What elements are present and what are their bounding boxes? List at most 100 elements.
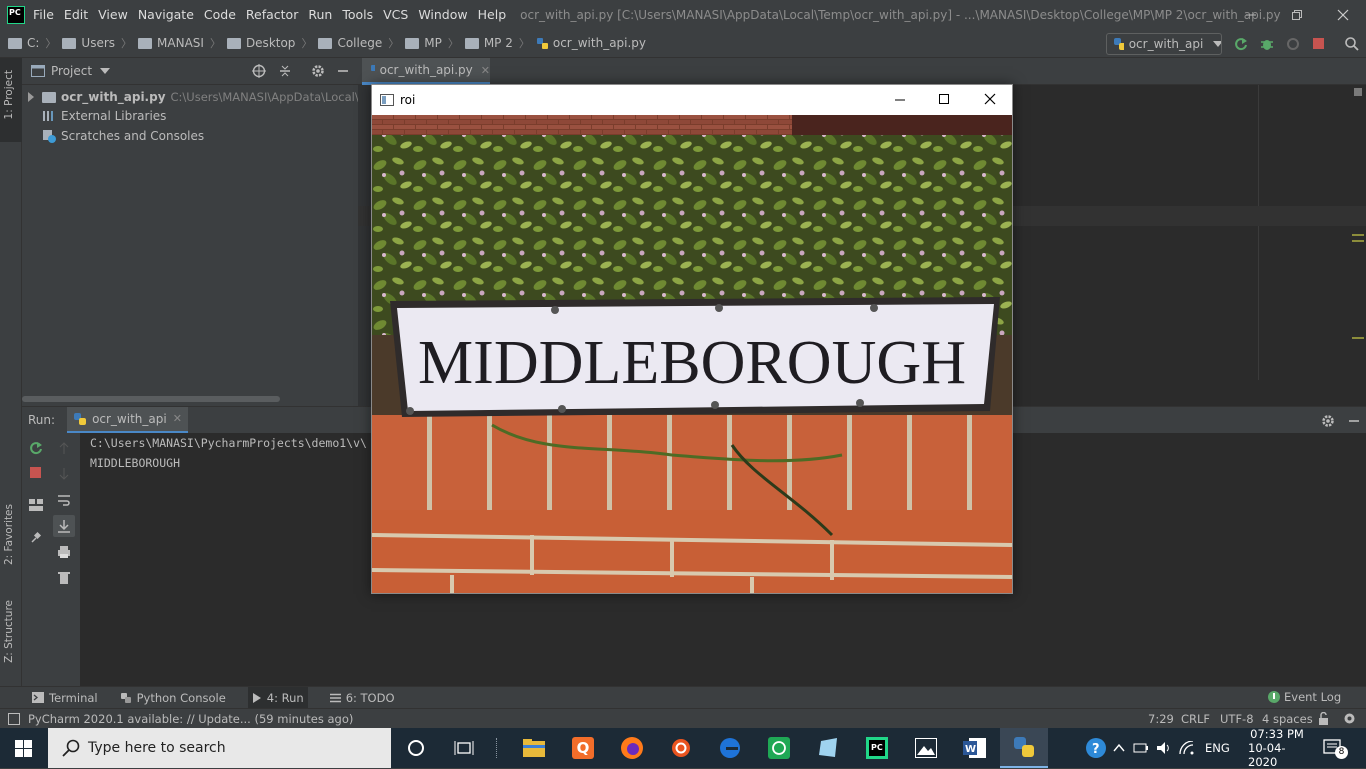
volume-icon[interactable] (1156, 741, 1172, 755)
word-app[interactable]: W (951, 728, 999, 768)
hide-panel-icon[interactable] (336, 64, 350, 78)
wifi-icon[interactable] (1179, 741, 1195, 755)
battery-icon[interactable] (1133, 742, 1149, 754)
menu-vcs[interactable]: VCS (383, 7, 408, 22)
breadcrumb-desktop[interactable]: Desktop (226, 36, 295, 50)
gear-icon[interactable] (311, 64, 325, 78)
breadcrumb-users[interactable]: Users (62, 36, 115, 50)
python-app[interactable] (1000, 728, 1048, 768)
up-arrow-icon[interactable] (57, 441, 71, 455)
minimize-icon[interactable] (894, 94, 906, 106)
python-console-tab[interactable]: Python Console (120, 691, 226, 705)
notes-app[interactable] (804, 728, 852, 768)
indent-setting[interactable]: 4 spaces (1262, 712, 1313, 726)
breadcrumb-mp[interactable]: MP (405, 36, 442, 50)
rerun-icon[interactable] (1233, 36, 1249, 52)
coverage-icon[interactable] (1285, 36, 1301, 52)
help-icon[interactable]: ? (1085, 737, 1107, 759)
windows-start-icon[interactable] (15, 740, 32, 757)
inspection-indicator[interactable] (1354, 88, 1362, 96)
edge-app[interactable] (706, 728, 754, 768)
warning-stripe[interactable] (1352, 234, 1364, 236)
layout-icon[interactable] (29, 499, 43, 511)
chevron-down-icon[interactable] (100, 68, 111, 74)
project-header-label[interactable]: Project (51, 64, 92, 78)
tree-item-file[interactable]: ocr_with_api.py C:\Users\MANASI\AppData\… (26, 87, 382, 107)
file-encoding[interactable]: UTF-8 (1220, 712, 1254, 726)
menu-view[interactable]: View (98, 7, 128, 22)
cursor-position[interactable]: 7:29 (1148, 712, 1174, 726)
breadcrumb-manasi[interactable]: MANASI (138, 36, 204, 50)
notification-center[interactable]: 8 (1322, 728, 1348, 768)
gear-icon[interactable] (1321, 414, 1335, 428)
rerun-icon[interactable] (29, 441, 43, 455)
locate-icon[interactable] (252, 64, 266, 78)
print-icon[interactable] (57, 545, 71, 559)
whatsapp-app[interactable] (755, 728, 803, 768)
menu-file[interactable]: File (33, 7, 54, 22)
menu-window[interactable]: Window (418, 7, 467, 22)
menu-edit[interactable]: Edit (64, 7, 88, 22)
menu-refactor[interactable]: Refactor (246, 7, 298, 22)
breadcrumb-drive[interactable]: C: (8, 36, 39, 50)
menu-tools[interactable]: Tools (342, 7, 373, 22)
warning-stripe[interactable] (1352, 337, 1364, 339)
menu-run[interactable]: Run (308, 7, 332, 22)
chevron-up-icon[interactable] (1113, 744, 1125, 752)
quizlet-app[interactable]: Q (559, 728, 607, 768)
roi-title-bar[interactable]: roi (372, 85, 1012, 115)
soft-wrap-icon[interactable] (57, 493, 71, 507)
breadcrumb-mp2[interactable]: MP 2 (464, 36, 513, 50)
pycharm-app[interactable]: PC (853, 728, 901, 768)
roi-image-window[interactable]: roi MIDDLEBOROUGH (371, 84, 1013, 594)
close-icon[interactable] (984, 93, 996, 105)
close-tab-icon[interactable]: ✕ (481, 64, 490, 77)
stop-icon[interactable] (30, 467, 42, 479)
menu-code[interactable]: Code (204, 7, 236, 22)
stop-icon[interactable] (1312, 37, 1326, 51)
terminal-tab[interactable]: Terminal (32, 691, 98, 705)
editor-tab-ocr-with-api[interactable]: ocr_with_api.py ✕ (362, 58, 490, 85)
breadcrumb-college[interactable]: College (318, 36, 382, 50)
breadcrumb-file[interactable]: ocr_with_api.py (536, 36, 646, 50)
maximize-icon[interactable] (938, 93, 950, 105)
run-tab[interactable]: ocr_with_api ✕ (67, 406, 188, 434)
line-separator[interactable]: CRLF (1181, 712, 1210, 726)
firefox-app[interactable] (608, 728, 656, 768)
ubuntu-app[interactable] (657, 728, 705, 768)
close-button[interactable] (1320, 0, 1366, 29)
tree-item-scratches[interactable]: Scratches and Consoles (42, 126, 204, 146)
language-indicator[interactable]: ENG (1205, 741, 1230, 755)
hide-panel-icon[interactable] (1347, 414, 1361, 428)
lock-icon[interactable] (1318, 712, 1329, 725)
scroll-to-end-button[interactable] (53, 515, 75, 537)
taskbar-search-box[interactable]: Type here to search (48, 728, 391, 768)
status-panel-icon[interactable] (8, 712, 20, 725)
photos-app[interactable] (902, 728, 950, 768)
file-explorer-app[interactable] (510, 728, 558, 768)
task-view-button[interactable] (440, 728, 488, 768)
horizontal-scrollbar[interactable] (22, 396, 280, 402)
todo-tab[interactable]: 6: TODO (329, 691, 395, 705)
cortana-button[interactable] (392, 728, 440, 768)
pin-icon[interactable] (29, 531, 43, 545)
debug-icon[interactable] (1259, 36, 1275, 52)
trash-icon[interactable] (58, 571, 70, 585)
menu-navigate[interactable]: Navigate (138, 7, 194, 22)
search-icon[interactable] (1344, 36, 1360, 52)
event-log-tab[interactable]: Event Log (1268, 690, 1341, 704)
tree-item-external-libraries[interactable]: External Libraries (42, 106, 166, 126)
warning-stripe[interactable] (1352, 240, 1364, 242)
project-tool-tab[interactable]: 1: Project (3, 70, 15, 119)
minimize-button[interactable] (1228, 0, 1274, 29)
clock[interactable]: 07:33 PM 10-04-2020 (1248, 727, 1306, 769)
structure-tool-tab[interactable]: Z: Structure (3, 600, 15, 663)
menu-help[interactable]: Help (478, 7, 507, 22)
down-arrow-icon[interactable] (57, 467, 71, 481)
favorites-tool-tab[interactable]: 2: Favorites (3, 504, 15, 565)
inspector-icon[interactable] (1343, 712, 1356, 725)
status-message[interactable]: PyCharm 2020.1 available: // Update... (… (28, 712, 353, 726)
close-tab-icon[interactable]: ✕ (173, 412, 182, 425)
run-configuration-select[interactable]: ocr_with_api (1106, 33, 1222, 55)
maximize-button[interactable] (1274, 0, 1320, 29)
